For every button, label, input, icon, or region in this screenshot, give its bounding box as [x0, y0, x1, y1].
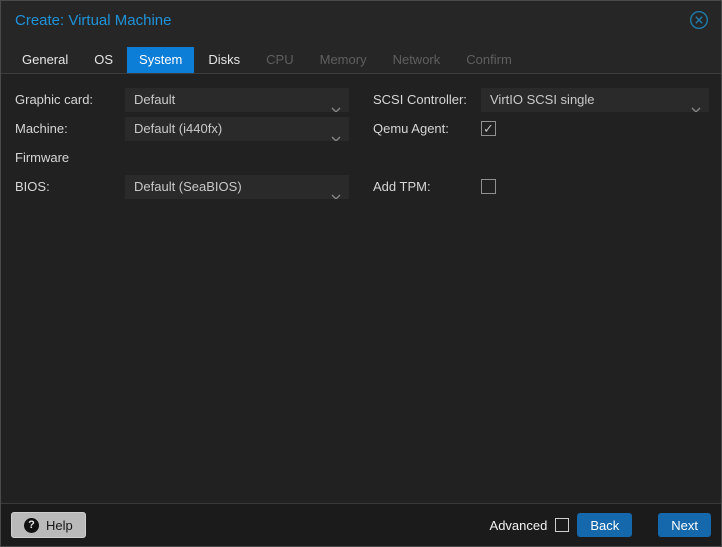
circle-x-icon [689, 10, 709, 30]
tab-cpu: CPU [266, 52, 294, 67]
advanced-label: Advanced [489, 517, 548, 533]
close-button[interactable] [689, 10, 709, 30]
scsi-controller-select[interactable]: VirtIO SCSI single [481, 88, 709, 112]
tab-memory: Memory [319, 52, 367, 67]
qemu-agent-checkbox[interactable]: ✓ [481, 121, 496, 136]
tab-disks[interactable]: Disks [196, 47, 252, 73]
chevron-down-icon [331, 126, 341, 141]
footer-actions: Advanced Back Next [490, 513, 711, 537]
graphic-card-select[interactable]: Default [125, 88, 349, 112]
graphic-card-label: Graphic card: [15, 92, 94, 107]
dialog-footer: ? Help Advanced Back Next [1, 503, 721, 546]
machine-value: Default (i440fx) [134, 121, 223, 136]
next-button[interactable]: Next [658, 513, 711, 537]
tab-general[interactable]: General [10, 47, 80, 73]
qemu-agent-label: Qemu Agent: [373, 121, 449, 136]
chevron-down-icon [691, 97, 701, 112]
add-tpm-checkbox[interactable] [481, 179, 496, 194]
titlebar: Create: Virtual Machine [1, 1, 721, 39]
bios-select[interactable]: Default (SeaBIOS) [125, 175, 349, 199]
graphic-card-value: Default [134, 92, 176, 107]
tab-network: Network [392, 52, 441, 67]
machine-select[interactable]: Default (i440fx) [125, 117, 349, 141]
help-button-label: Help [46, 517, 73, 533]
wizard-tabbar: General OS System Disks CPU Memory Netwo… [1, 39, 721, 74]
firmware-section-label: Firmware [15, 150, 70, 165]
add-tpm-label: Add TPM: [373, 179, 431, 194]
advanced-checkbox[interactable] [555, 518, 570, 532]
help-button[interactable]: ? Help [11, 512, 86, 538]
tab-system[interactable]: System [127, 47, 195, 73]
scsi-controller-label: SCSI Controller: [373, 92, 467, 107]
chevron-down-icon [331, 184, 341, 199]
dialog-title: Create: Virtual Machine [15, 11, 172, 29]
bios-value: Default (SeaBIOS) [134, 179, 242, 194]
create-vm-dialog: Create: Virtual Machine General OS Syste… [0, 0, 722, 547]
scsi-controller-value: VirtIO SCSI single [490, 92, 595, 107]
dialog-header: Create: Virtual Machine General OS Syste… [1, 1, 721, 74]
tab-confirm: Confirm [466, 52, 512, 67]
bios-label: BIOS: [15, 179, 50, 194]
tab-os[interactable]: OS [82, 47, 125, 73]
system-tab-form: Graphic card: Default SCSI Controller: V… [1, 74, 721, 199]
question-circle-icon: ? [24, 517, 39, 533]
machine-label: Machine: [15, 121, 68, 136]
back-button[interactable]: Back [577, 513, 633, 537]
chevron-down-icon [331, 97, 341, 112]
